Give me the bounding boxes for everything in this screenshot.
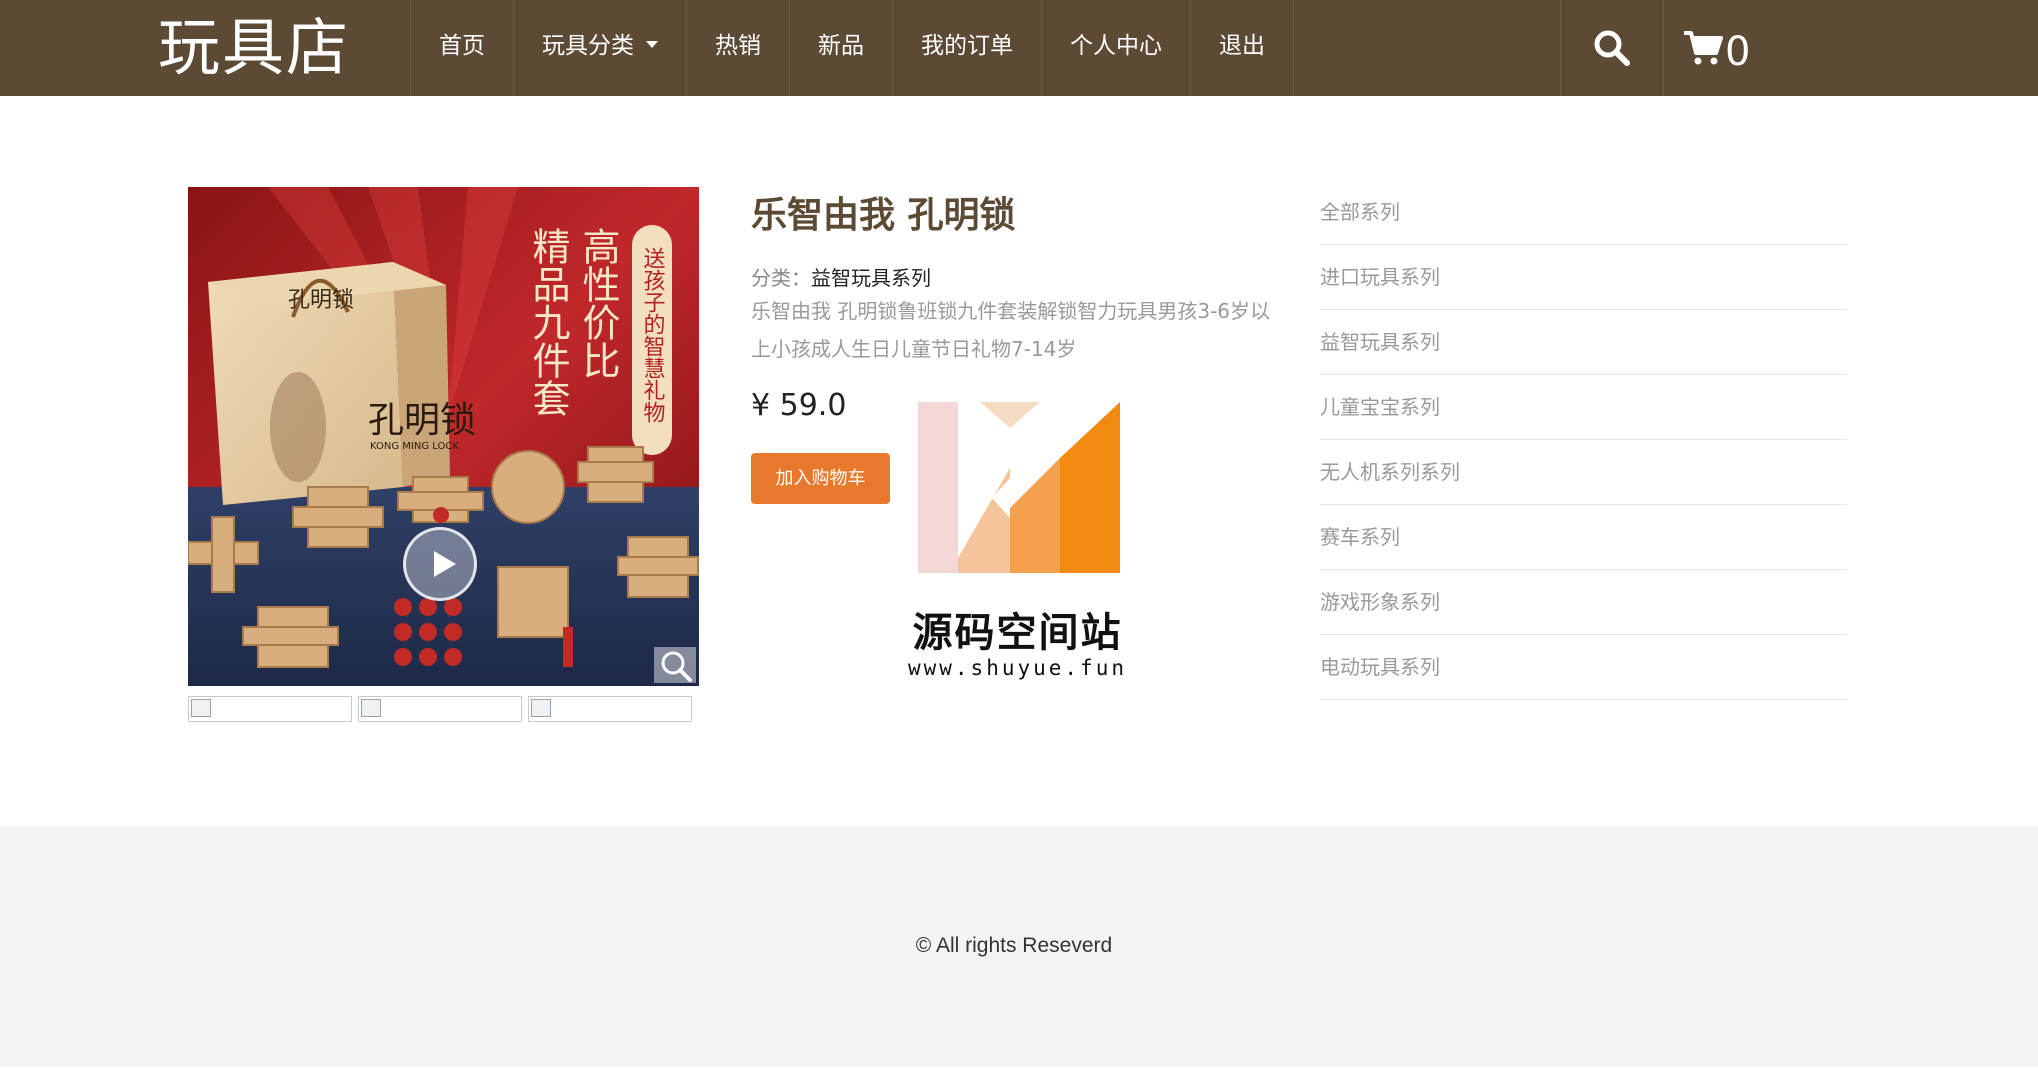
nav-my-orders-label: 我的订单 — [921, 33, 1013, 59]
footer: © All rights Reseverd — [0, 826, 2038, 1067]
broken-image-icon — [531, 699, 551, 717]
nav-home[interactable]: 首页 — [410, 0, 513, 96]
nav-divider — [1293, 0, 1294, 96]
thumbnail-3[interactable] — [528, 696, 692, 722]
sidebar-item-game-figures[interactable]: 游戏形象系列 — [1320, 570, 1847, 635]
nav-logout-label: 退出 — [1219, 33, 1265, 59]
cart-count: 0 — [1725, 29, 1751, 75]
nav-new-label: 新品 — [818, 33, 864, 59]
sidebar-item-electric[interactable]: 电动玩具系列 — [1320, 635, 1847, 700]
nav-new[interactable]: 新品 — [789, 0, 892, 96]
search-button[interactable] — [1560, 0, 1664, 96]
product-photo: 孔明锁 孔明锁 KONG MING LOCK 精品九件套 高性价比 送孩子的智慧… — [188, 187, 699, 686]
page-bottom — [0, 1067, 2038, 1086]
category-sidebar: 全部系列 进口玩具系列 益智玩具系列 儿童宝宝系列 无人机系列系列 赛车系列 游… — [1320, 180, 1847, 700]
product-category: 分类：益智玩具系列 — [751, 262, 931, 291]
zoom-icon — [661, 651, 692, 682]
nav-my-orders[interactable]: 我的订单 — [892, 0, 1041, 96]
nav-home-label: 首页 — [439, 33, 485, 59]
zoom-button[interactable] — [654, 647, 696, 683]
box-title-large-text: 孔明锁 — [368, 400, 476, 441]
search-icon — [1594, 30, 1630, 66]
category-link[interactable]: 益智玩具系列 — [811, 266, 931, 290]
thumbnail-1[interactable] — [188, 696, 352, 722]
slogan-2-text: 高性价比 — [576, 227, 620, 379]
slogan-3-text: 送孩子的智慧礼物 — [640, 247, 666, 423]
add-to-cart-button[interactable]: 加入购物车 — [751, 453, 890, 504]
watermark-name: 源码空间站 — [912, 610, 1123, 656]
watermark-url: www.shuyue.fun — [907, 656, 1127, 680]
nav-toy-categories[interactable]: 玩具分类 — [513, 0, 686, 96]
play-video-button[interactable] — [403, 527, 477, 601]
product-description: 乐智由我 孔明锁鲁班锁九件套装解锁智力玩具男孩3-6岁以上小孩成人生日儿童节日礼… — [751, 299, 1271, 361]
main-nav: 首页 玩具分类 热销 新品 我的订单 个人中心 退出 — [410, 0, 1294, 96]
sidebar-item-baby[interactable]: 儿童宝宝系列 — [1320, 375, 1847, 440]
thumbnail-strip — [188, 696, 692, 722]
nav-hot-label: 热销 — [715, 33, 761, 59]
box-title-text: 孔明锁 — [288, 288, 354, 313]
sidebar-item-all[interactable]: 全部系列 — [1320, 180, 1847, 245]
watermark-logo — [918, 402, 1120, 573]
product-title: 乐智由我 孔明锁 — [751, 195, 1016, 236]
product-main-image[interactable]: 孔明锁 孔明锁 KONG MING LOCK 精品九件套 高性价比 送孩子的智慧… — [188, 187, 699, 686]
site-logo[interactable]: 玩具店 — [158, 6, 350, 90]
broken-image-icon — [191, 699, 211, 717]
slogan-1-text: 精品九件套 — [526, 227, 570, 417]
top-navbar: 玩具店 首页 玩具分类 热销 新品 我的订单 个人中心 退出 0 — [0, 0, 2038, 96]
shopping-cart-icon — [1684, 31, 1723, 65]
sidebar-item-imported[interactable]: 进口玩具系列 — [1320, 245, 1847, 310]
nav-user-center-label: 个人中心 — [1070, 33, 1162, 59]
cart-button[interactable]: 0 — [1683, 0, 1750, 96]
thumbnail-2[interactable] — [358, 696, 522, 722]
box-sub-text: KONG MING LOCK — [370, 441, 459, 452]
broken-image-icon — [361, 699, 381, 717]
chevron-down-icon — [646, 41, 658, 48]
nav-toy-categories-label: 玩具分类 — [542, 33, 634, 59]
nav-logout[interactable]: 退出 — [1190, 0, 1293, 96]
sidebar-item-educational[interactable]: 益智玩具系列 — [1320, 310, 1847, 375]
sidebar-item-racing[interactable]: 赛车系列 — [1320, 505, 1847, 570]
nav-hot[interactable]: 热销 — [686, 0, 789, 96]
product-price: ¥ 59.0 — [751, 388, 847, 423]
nav-user-center[interactable]: 个人中心 — [1041, 0, 1190, 96]
copyright-text: © All rights Reseverd — [915, 934, 1113, 957]
sidebar-item-drone[interactable]: 无人机系列系列 — [1320, 440, 1847, 505]
category-label: 分类： — [751, 266, 811, 290]
